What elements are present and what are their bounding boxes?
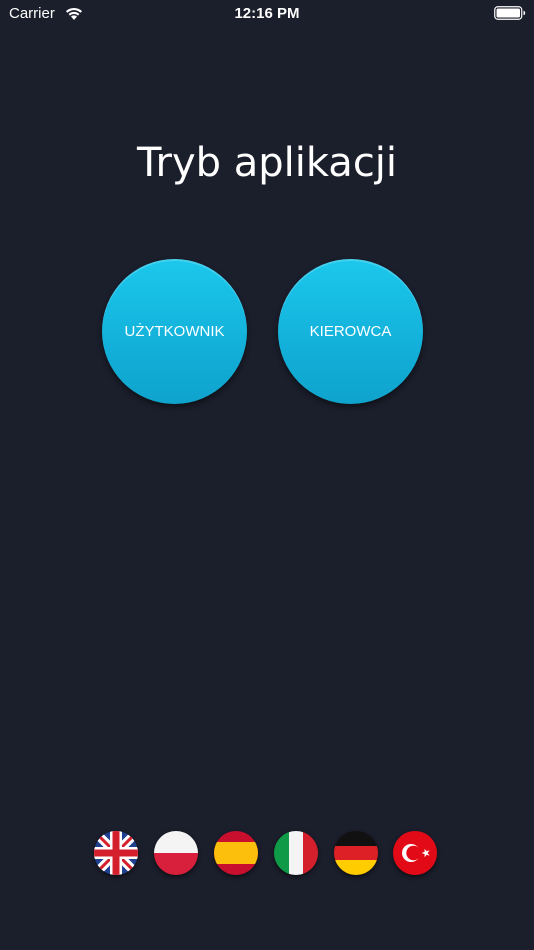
page-title: Tryb aplikacji (136, 140, 398, 186)
language-selector (0, 831, 534, 875)
uk-flag-icon[interactable] (94, 831, 138, 875)
italy-flag-icon[interactable] (274, 831, 318, 875)
germany-flag-icon[interactable] (334, 831, 378, 875)
spain-flag-icon[interactable] (214, 831, 258, 875)
user-mode-button[interactable]: UŻYTKOWNIK (102, 259, 247, 404)
status-bar: Carrier 12:16 PM (0, 0, 534, 28)
turkey-flag-icon[interactable] (393, 831, 437, 875)
driver-mode-button[interactable]: KIEROWCA (278, 259, 423, 404)
battery-icon (494, 6, 526, 20)
poland-flag-icon[interactable] (154, 831, 198, 875)
clock: 12:16 PM (234, 5, 300, 22)
